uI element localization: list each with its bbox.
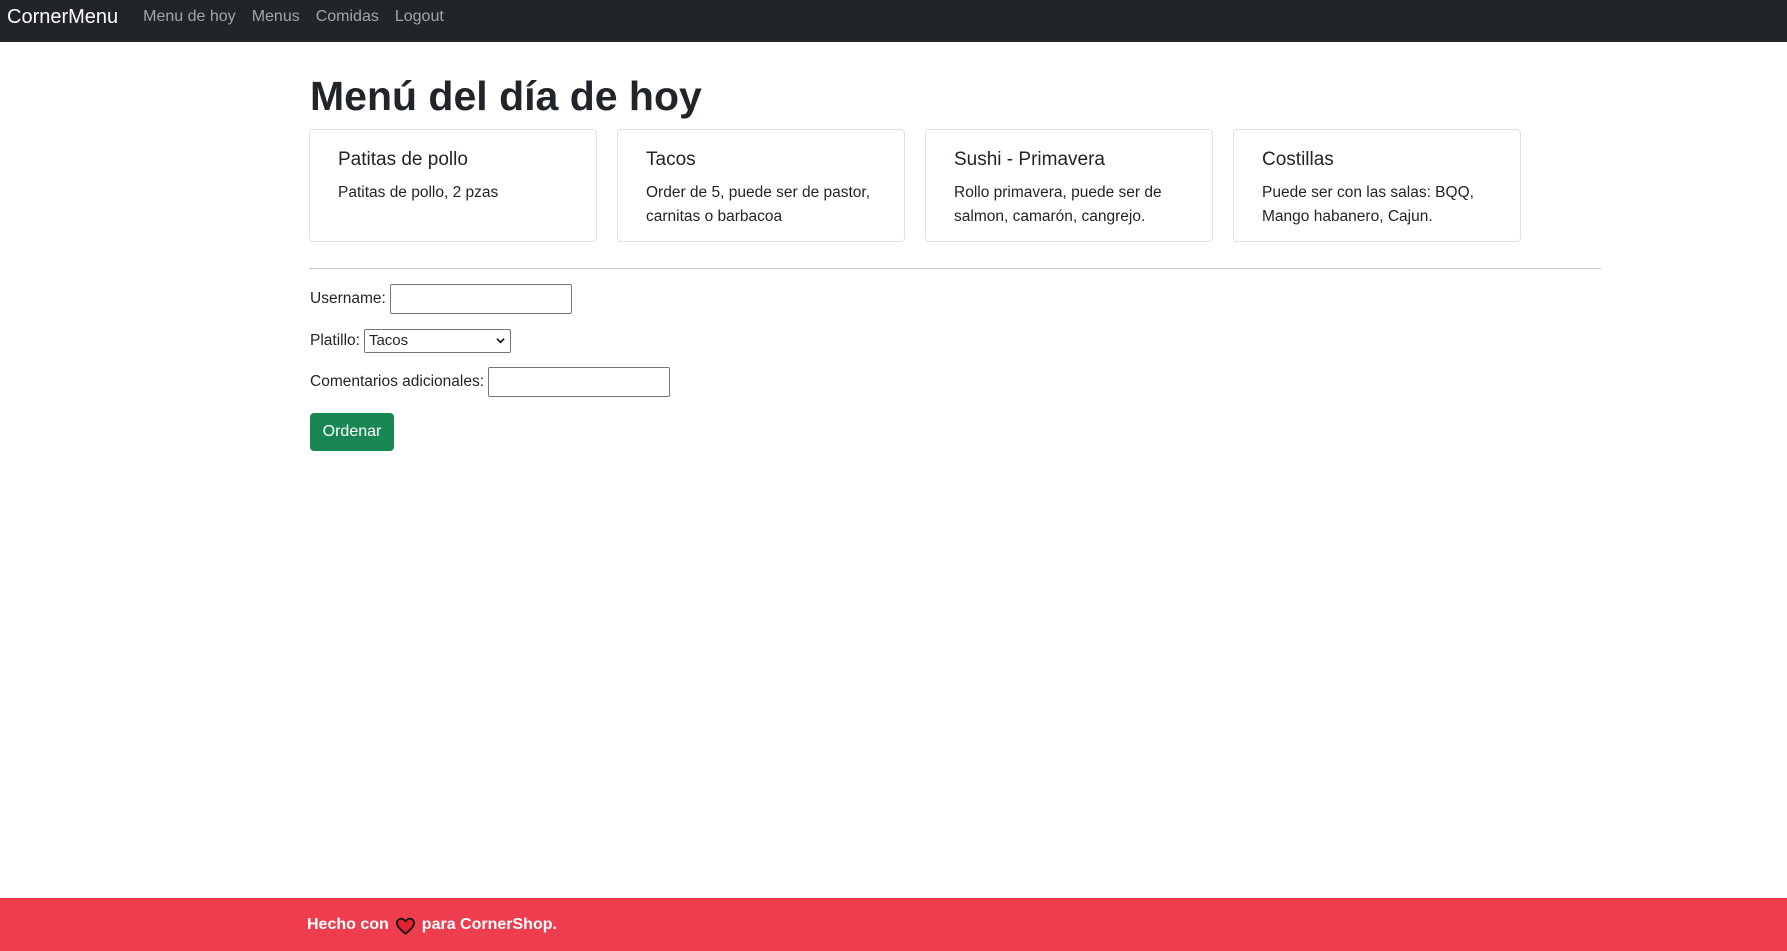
card-text: Patitas de pollo, 2 pzas	[338, 184, 499, 201]
card-text: Rollo primavera, puede ser de salmon, ca…	[954, 184, 1162, 225]
username-input[interactable]	[389, 284, 572, 314]
card-title: Tacos	[646, 149, 696, 170]
card-title: Patitas de pollo	[338, 149, 468, 170]
username-label: Username:	[310, 290, 386, 307]
divider	[309, 268, 1601, 269]
card-text: Order de 5, puede ser de pastor, carnita…	[646, 184, 871, 225]
order-form: Username: Platillo: Tacos Comentarios ad…	[309, 284, 1601, 451]
footer-suffix: para CornerShop.	[421, 915, 557, 933]
chevron-down-icon	[496, 337, 505, 343]
card-title: Costillas	[1262, 149, 1334, 170]
username-row: Username:	[310, 284, 1601, 314]
navbar: CornerMenu Menu de hoy Menus Comidas Log…	[0, 0, 1787, 42]
card-text: Puede ser con las salas: BQQ, Mango haba…	[1262, 184, 1474, 225]
nav-link-comidas[interactable]: Comidas	[316, 7, 379, 26]
menu-cards: Patitas de pollo Patitas de pollo, 2 pza…	[309, 129, 1601, 242]
menu-card-costillas: Costillas Puede ser con las salas: BQQ, …	[1233, 129, 1521, 242]
menu-card-patitas-de-pollo: Patitas de pollo Patitas de pollo, 2 pza…	[309, 129, 597, 242]
platillo-selected-value: Tacos	[368, 332, 409, 349]
comentarios-row: Comentarios adicionales:	[310, 367, 1601, 397]
page-title: Menú del día de hoy	[310, 73, 702, 119]
footer: Hecho con para CornerShop.	[0, 898, 1787, 951]
nav-link-menus[interactable]: Menus	[252, 7, 300, 26]
comentarios-input[interactable]	[488, 367, 671, 397]
nav-link-menu-de-hoy[interactable]: Menu de hoy	[143, 7, 236, 26]
footer-prefix: Hecho con	[307, 915, 389, 933]
heart-icon	[395, 917, 415, 935]
card-title: Sushi - Primavera	[954, 149, 1105, 170]
platillo-label: Platillo:	[310, 332, 360, 349]
main-content: Menú del día de hoy Patitas de pollo Pat…	[309, 42, 1601, 451]
comentarios-label: Comentarios adicionales:	[310, 373, 485, 390]
menu-card-tacos: Tacos Order de 5, puede ser de pastor, c…	[617, 129, 905, 242]
ordenar-button[interactable]: Ordenar	[310, 413, 394, 451]
brand-link[interactable]: CornerMenu	[7, 5, 118, 29]
platillo-select[interactable]: Tacos	[363, 329, 511, 353]
nav-link-logout[interactable]: Logout	[395, 7, 444, 26]
menu-card-sushi-primavera: Sushi - Primavera Rollo primavera, puede…	[925, 129, 1213, 242]
platillo-row: Platillo: Tacos	[310, 329, 1601, 353]
